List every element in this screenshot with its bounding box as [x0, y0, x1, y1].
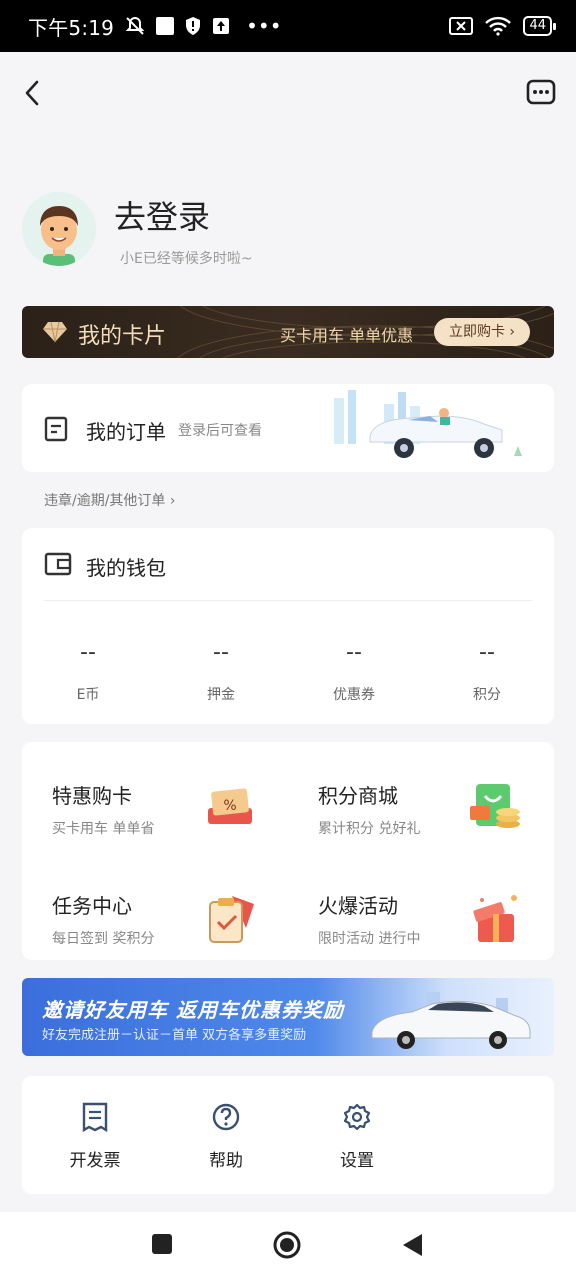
service-subtitle: 限时活动 进行中: [318, 931, 421, 947]
wifi-icon: [485, 16, 512, 36]
chevron-left-icon[interactable]: [18, 76, 48, 110]
service-hot-activity[interactable]: 火爆活动 限时活动 进行中: [288, 864, 538, 954]
service-subtitle: 每日签到 奖积分: [52, 931, 155, 947]
wallet-divider: [44, 600, 532, 601]
other-orders-link[interactable]: 违章/逾期/其他订单 ›: [44, 490, 175, 510]
buy-card-button[interactable]: 立即购卡 ›: [434, 318, 530, 346]
service-title: 特惠购卡: [52, 784, 132, 808]
back-triangle-icon[interactable]: [400, 1232, 424, 1258]
wallet-ecoin[interactable]: -- E币: [38, 640, 138, 704]
recent-apps-icon[interactable]: [150, 1232, 174, 1256]
service-subtitle: 买卡用车 单单省: [52, 821, 155, 837]
help-label: 帮助: [209, 1151, 243, 1171]
wallet-label: 积分: [473, 687, 501, 703]
service-title: 积分商城: [318, 784, 398, 808]
order-list-icon: [44, 416, 68, 442]
battery-indicator: 44: [523, 16, 556, 36]
avatar[interactable]: [22, 192, 96, 266]
orders-title: 我的订单: [86, 420, 166, 444]
wallet-value: --: [479, 640, 495, 665]
my-wallet-card: 我的钱包 -- E币 -- 押金 -- 优惠券 -- 积分: [22, 528, 554, 724]
settings-label: 设置: [340, 1151, 374, 1171]
card-banner-promo: 买卡用车 单单优惠: [280, 326, 414, 345]
service-points-mall[interactable]: 积分商城 累计积分 兑好礼: [288, 754, 538, 844]
sedan-car-illustration: [371, 992, 531, 1049]
orders-hint: 登录后可查看: [178, 423, 262, 439]
wallet-icon: [44, 552, 72, 576]
no-sim-icon: [449, 17, 474, 35]
wallet-deposit[interactable]: -- 押金: [171, 640, 271, 704]
invite-friends-banner[interactable]: 邀请好友用车 返用车优惠券奖励 好友完成注册－认证－首单 双方各享多重奖励: [22, 978, 554, 1056]
wallet-label: E币: [76, 687, 100, 703]
shopping-bag-coins-icon: [470, 784, 520, 828]
discount-ticket-icon: %: [208, 788, 252, 824]
invite-subtitle: 好友完成注册－认证－首单 双方各享多重奖励: [42, 1028, 307, 1043]
wallet-label: 押金: [207, 687, 235, 703]
wallet-label: 优惠券: [333, 687, 375, 703]
top-nav: [0, 52, 576, 134]
wallet-points[interactable]: -- 积分: [437, 640, 537, 704]
service-subtitle: 累计积分 兑好礼: [318, 821, 421, 837]
settings-button[interactable]: 设置: [312, 1102, 402, 1171]
status-time: 下午5:19: [28, 15, 115, 40]
wallet-title: 我的钱包: [86, 556, 166, 580]
upload-icon: [213, 18, 230, 34]
more-dots-icon: •••: [246, 14, 282, 38]
wallet-coupons[interactable]: -- 优惠券: [304, 640, 404, 704]
question-icon: [212, 1103, 240, 1131]
wallet-value: --: [80, 640, 96, 665]
home-icon[interactable]: [272, 1230, 302, 1260]
invoice-label: 开发票: [69, 1151, 121, 1171]
status-notification-icons: •••: [124, 14, 282, 38]
gear-icon: [343, 1103, 371, 1131]
invoice-button[interactable]: 开发票: [50, 1102, 140, 1171]
convertible-car-illustration: [334, 390, 522, 458]
system-nav-bar: [0, 1212, 576, 1280]
svg-text:%: %: [223, 798, 236, 814]
diamond-icon: [43, 321, 67, 343]
my-card-banner[interactable]: 我的卡片 买卡用车 单单优惠 立即购卡 ›: [22, 306, 554, 358]
wallet-value: --: [213, 640, 229, 665]
service-discount-card[interactable]: 特惠购卡 买卡用车 单单省 %: [22, 754, 272, 844]
avatar-face-icon: [22, 192, 96, 266]
profile-section[interactable]: 去登录 小E已经等候多时啦~: [22, 192, 542, 272]
login-title[interactable]: 去登录: [114, 192, 210, 238]
card-banner-title: 我的卡片: [78, 324, 167, 349]
chat-bubble-icon[interactable]: [526, 78, 556, 108]
services-grid: 特惠购卡 买卡用车 单单省 % 积分商城 累计积分 兑好礼 任务中心 每日签到 …: [22, 742, 554, 960]
bottom-links-card: 开发票 帮助 设置: [22, 1076, 554, 1194]
wallet-value: --: [346, 640, 362, 665]
shield-icon: [186, 17, 201, 35]
invoice-icon: [82, 1102, 108, 1133]
invite-title: 邀请好友用车 返用车优惠券奖励: [42, 998, 344, 1022]
help-button[interactable]: 帮助: [181, 1102, 271, 1171]
login-subtitle: 小E已经等候多时啦~: [120, 251, 253, 267]
service-task-center[interactable]: 任务中心 每日签到 奖积分: [22, 864, 272, 954]
service-title: 火爆活动: [318, 894, 398, 918]
task-clipboard-icon: [209, 896, 254, 943]
my-orders-card[interactable]: 我的订单 登录后可查看: [22, 384, 554, 472]
status-bar: 下午5:19 ••• 44: [0, 0, 576, 52]
service-title: 任务中心: [52, 894, 132, 918]
mute-bell-icon: [125, 16, 145, 35]
gift-box-icon: [473, 895, 517, 942]
notification-app-icon: [156, 17, 175, 35]
